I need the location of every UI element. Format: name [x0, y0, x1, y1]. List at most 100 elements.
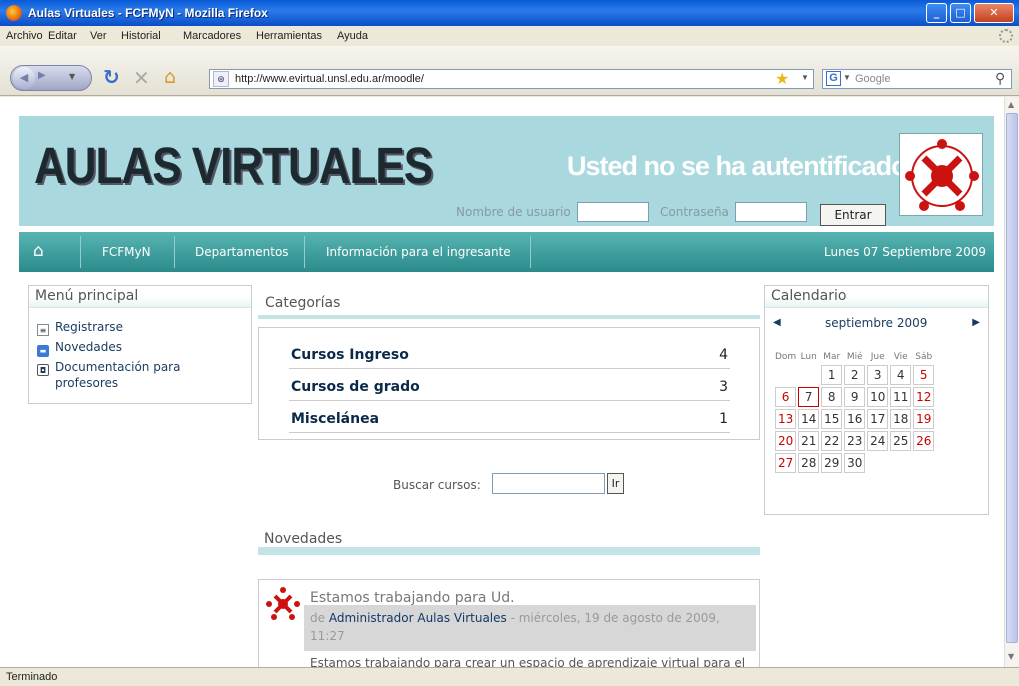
- calendar-day[interactable]: 27: [775, 453, 797, 473]
- calendar-day[interactable]: 25: [890, 431, 912, 451]
- calendar-day[interactable]: 4: [890, 365, 912, 385]
- nav-separator: [530, 236, 531, 268]
- nav-fcfmyn[interactable]: FCFMyN: [102, 245, 151, 259]
- calendar-day[interactable]: 18: [890, 409, 912, 429]
- course-search-input[interactable]: [492, 473, 605, 494]
- nav-departamentos[interactable]: Departamentos: [195, 245, 289, 259]
- prev-month-icon[interactable]: ◀: [773, 317, 781, 328]
- menu-item-novedades[interactable]: ▬ Novedades: [37, 340, 122, 357]
- calendar-day[interactable]: 29: [821, 453, 843, 473]
- menu-marcadores[interactable]: Marcadores: [183, 30, 241, 42]
- calendar-title: Calendario: [771, 288, 847, 304]
- category-link[interactable]: Cursos Ingreso: [291, 347, 409, 363]
- calendar-day[interactable]: 20: [775, 431, 797, 451]
- docs-icon: ◘: [37, 364, 49, 376]
- scroll-thumb[interactable]: [1006, 113, 1018, 643]
- scroll-down-icon[interactable]: ▼: [1008, 652, 1014, 661]
- menu-historial[interactable]: Historial: [121, 30, 161, 42]
- bookmark-star-icon[interactable]: ★: [775, 69, 789, 89]
- history-dropdown-icon[interactable]: ▼: [69, 72, 75, 81]
- calendar-day[interactable]: 17: [867, 409, 889, 429]
- nav-informacion-ingresante[interactable]: Información para el ingresante: [326, 245, 511, 259]
- calendar-day[interactable]: 28: [798, 453, 820, 473]
- minimize-button[interactable]: _: [926, 3, 947, 23]
- search-engine-dropdown-icon[interactable]: ▼: [843, 73, 851, 82]
- post-by: de: [310, 611, 325, 625]
- next-month-icon[interactable]: ▶: [972, 317, 980, 328]
- nav-separator: [304, 236, 305, 268]
- reload-button[interactable]: ↻: [103, 65, 120, 89]
- calendar-day[interactable]: 24: [867, 431, 889, 451]
- menu-item-documentacion[interactable]: ◘ Documentación para profesores: [37, 360, 180, 390]
- search-bar[interactable]: G ▼ Google ⚲: [822, 69, 1012, 89]
- calendar-day[interactable]: 1: [821, 365, 843, 385]
- nav-separator: [80, 236, 81, 268]
- calendar-day[interactable]: 9: [844, 387, 866, 407]
- password-input[interactable]: [735, 202, 807, 222]
- calendar-empty: [798, 365, 819, 385]
- weekday-label: Dom: [775, 351, 797, 362]
- menu-archivo[interactable]: Archivo: [6, 30, 43, 42]
- calendar-day[interactable]: 22: [821, 431, 843, 451]
- home-button[interactable]: ⌂: [164, 66, 176, 88]
- calendar-day[interactable]: 19: [913, 409, 935, 429]
- username-input[interactable]: [577, 202, 649, 222]
- firefox-icon: [6, 5, 22, 21]
- calendar-day[interactable]: 7: [798, 387, 820, 407]
- navigation-toolbar: ◀ ▶ ▼ ↻ ✕ ⌂ ⊛ http://www.evirtual.unsl.e…: [0, 46, 1019, 96]
- calendar-block: Calendario ◀ septiembre 2009 ▶ Dom Lun Mar…: [764, 285, 989, 515]
- weekday-label: Sáb: [915, 351, 933, 362]
- site-identity-icon[interactable]: ⊛: [213, 71, 229, 87]
- search-magnifier-icon[interactable]: ⚲: [995, 70, 1005, 87]
- google-engine-icon[interactable]: G: [826, 71, 841, 86]
- calendar-day[interactable]: 2: [844, 365, 866, 385]
- calendar-month[interactable]: septiembre 2009: [825, 316, 927, 330]
- url-dropdown-icon[interactable]: ▼: [801, 73, 809, 82]
- calendar-day[interactable]: 12: [913, 387, 935, 407]
- menu-ver[interactable]: Ver: [90, 30, 107, 42]
- calendar-day[interactable]: 5: [913, 365, 935, 385]
- course-search-button[interactable]: Ir: [607, 473, 624, 494]
- maximize-button[interactable]: □: [950, 3, 971, 23]
- author-avatar: [265, 586, 301, 622]
- calendar-empty: [867, 453, 888, 473]
- stop-button[interactable]: ✕: [133, 66, 150, 90]
- header-band: [258, 315, 760, 319]
- calendar-day[interactable]: 23: [844, 431, 866, 451]
- forward-button[interactable]: ▶: [38, 70, 46, 81]
- site-logo[interactable]: AULAS VIRTUALES: [34, 138, 433, 196]
- url-bar[interactable]: ⊛ http://www.evirtual.unsl.edu.ar/moodle…: [209, 69, 814, 89]
- calendar-day[interactable]: 30: [844, 453, 866, 473]
- course-search-label: Buscar cursos:: [393, 478, 481, 492]
- close-button[interactable]: ✕: [974, 3, 1014, 23]
- calendar-day[interactable]: 13: [775, 409, 797, 429]
- home-icon[interactable]: ⌂: [33, 241, 44, 261]
- post-author-link[interactable]: Administrador Aulas Virtuales: [329, 611, 507, 625]
- menu-herramientas[interactable]: Herramientas: [256, 30, 322, 42]
- calendar-empty: [775, 365, 796, 385]
- calendar-day[interactable]: 6: [775, 387, 797, 407]
- calendar-day[interactable]: 26: [913, 431, 935, 451]
- throbber-icon: [999, 29, 1013, 43]
- back-button[interactable]: ◀: [13, 67, 35, 89]
- calendar-empty: [913, 453, 934, 473]
- category-link[interactable]: Cursos de grado: [291, 379, 420, 395]
- calendar-day[interactable]: 16: [844, 409, 866, 429]
- calendar-day[interactable]: 14: [798, 409, 820, 429]
- login-button[interactable]: Entrar: [820, 204, 886, 226]
- menu-editar[interactable]: Editar: [48, 30, 77, 42]
- menu-item-registrarse[interactable]: ≡ Registrarse: [37, 320, 123, 336]
- calendar-day[interactable]: 3: [867, 365, 889, 385]
- menu-ayuda[interactable]: Ayuda: [337, 30, 368, 42]
- vertical-scrollbar[interactable]: ▲ ▼: [1004, 97, 1019, 667]
- calendar-day[interactable]: 15: [821, 409, 843, 429]
- calendar-grid: Dom Lun Mar Mié Jue Vie Sáb 1 2 3 4 5 6 7 8 9 10 11 12 13 1…: [773, 348, 936, 475]
- news-title: Novedades: [264, 531, 343, 547]
- scroll-up-icon[interactable]: ▲: [1008, 100, 1014, 109]
- calendar-day[interactable]: 10: [867, 387, 889, 407]
- calendar-day[interactable]: 21: [798, 431, 820, 451]
- calendar-day[interactable]: 8: [821, 387, 843, 407]
- category-link[interactable]: Miscelánea: [291, 411, 379, 427]
- calendar-day[interactable]: 11: [890, 387, 912, 407]
- category-row: Cursos Ingreso 4: [289, 340, 730, 369]
